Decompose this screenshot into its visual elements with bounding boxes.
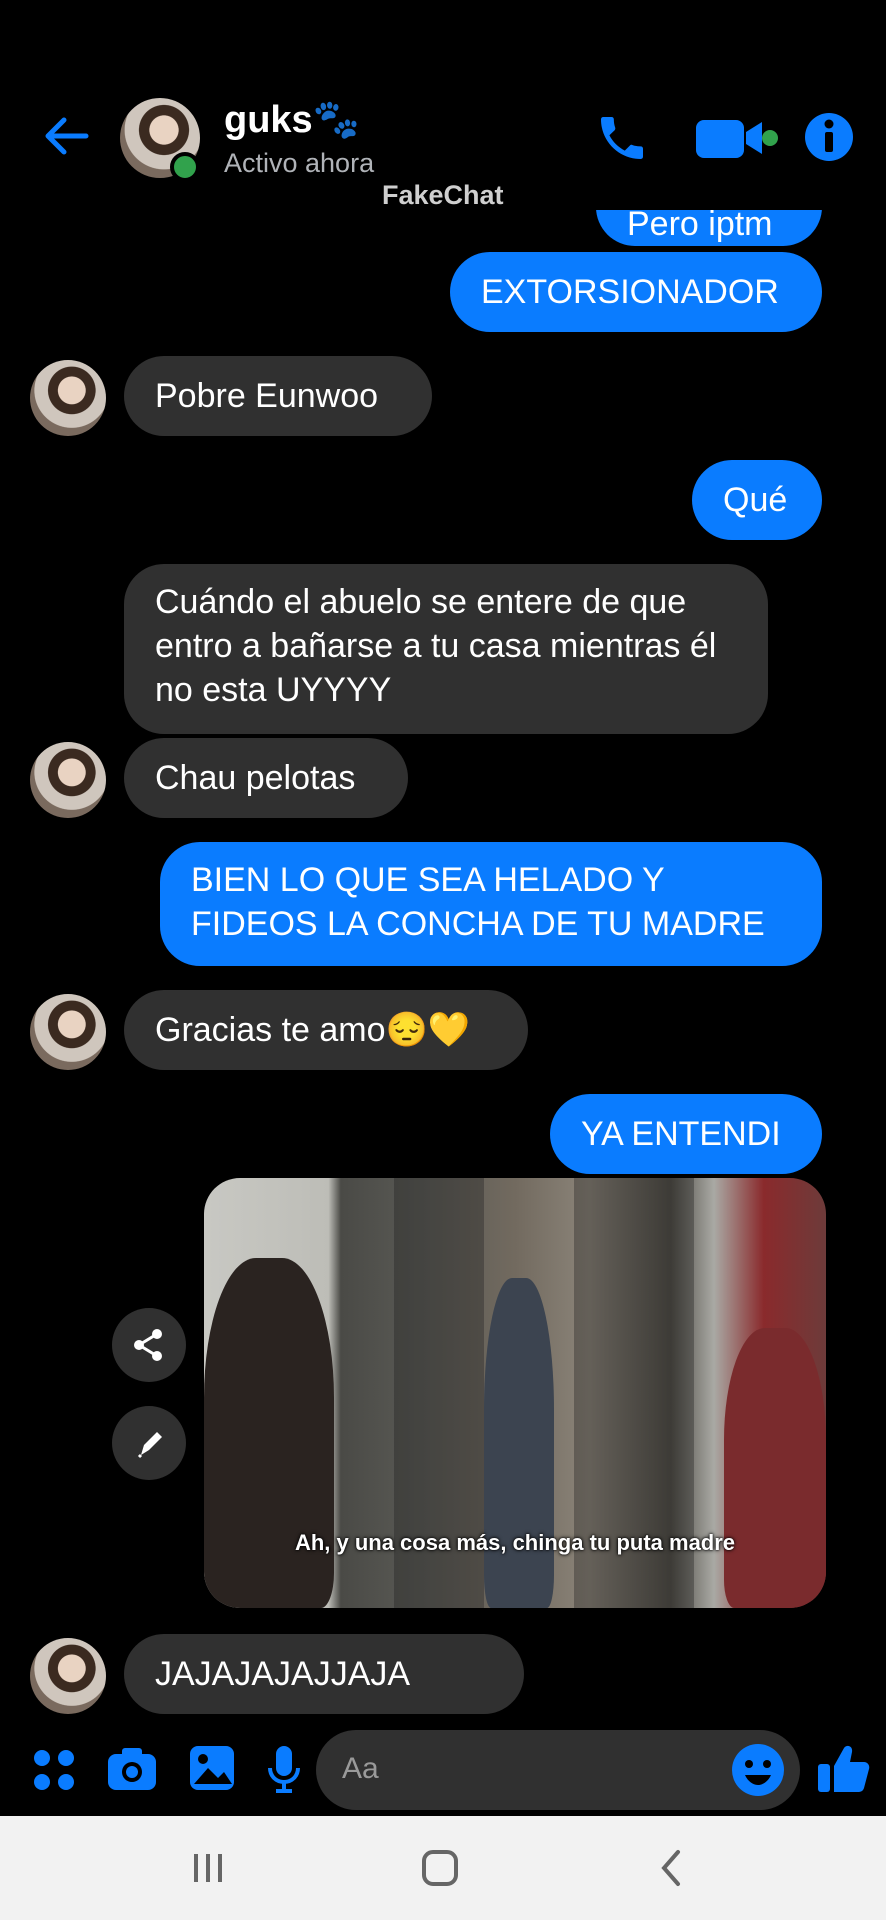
message-outgoing[interactable]: YA ENTENDI (550, 1094, 822, 1174)
edit-pencil-icon (137, 1432, 162, 1459)
image-caption: Ah, y una cosa más, chinga tu puta madre (294, 1530, 736, 1555)
watermark: FakeChat (382, 180, 504, 210)
apps-icon[interactable] (32, 1748, 76, 1792)
recents-nav-icon[interactable] (188, 1848, 228, 1888)
contact-name[interactable]: guks🐾 (224, 98, 360, 142)
share-button[interactable] (112, 1308, 186, 1382)
message-outgoing[interactable]: EXTORSIONADOR (450, 252, 822, 332)
thumbs-up-icon[interactable] (816, 1740, 872, 1796)
message-incoming[interactable]: Cuándo el abuelo se entere de que entro … (124, 564, 768, 734)
message-outgoing[interactable]: BIEN LO QUE SEA HELADO Y FIDEOS LA CONCH… (160, 842, 822, 966)
gallery-icon[interactable] (188, 1744, 236, 1792)
back-arrow-icon[interactable] (40, 110, 92, 162)
contact-avatar[interactable] (30, 1638, 106, 1714)
online-indicator (170, 152, 200, 182)
share-icon (134, 1329, 162, 1361)
camera-icon[interactable] (106, 1744, 158, 1794)
message-input[interactable] (316, 1730, 800, 1810)
contact-avatar[interactable] (30, 994, 106, 1070)
message-incoming[interactable]: Pobre Eunwoo (124, 356, 432, 436)
image-message[interactable]: Ah, y una cosa más, chinga tu puta madre (204, 1178, 826, 1608)
emoji-icon[interactable] (730, 1742, 786, 1798)
contact-status: Activo ahora (224, 148, 375, 178)
message-incoming[interactable]: JAJAJAJAJJAJA (124, 1634, 524, 1714)
phone-icon[interactable] (594, 110, 650, 166)
microphone-icon[interactable] (266, 1744, 302, 1794)
chat-header: guks🐾 Activo ahora FakeChat (0, 0, 886, 210)
system-nav-bar (0, 1816, 886, 1920)
video-camera-icon[interactable] (694, 114, 784, 162)
contact-avatar[interactable] (30, 742, 106, 818)
message-incoming[interactable]: Gracias te amo😔💛 (124, 990, 528, 1070)
home-nav-icon[interactable] (418, 1846, 462, 1890)
message-incoming[interactable]: Chau pelotas (124, 738, 408, 818)
contact-avatar[interactable] (30, 360, 106, 436)
message-outgoing[interactable]: Qué (692, 460, 822, 540)
message-input-placeholder: Aa (342, 1752, 379, 1785)
info-icon[interactable] (804, 112, 854, 162)
edit-button[interactable] (112, 1406, 186, 1480)
back-nav-icon[interactable] (652, 1848, 692, 1888)
